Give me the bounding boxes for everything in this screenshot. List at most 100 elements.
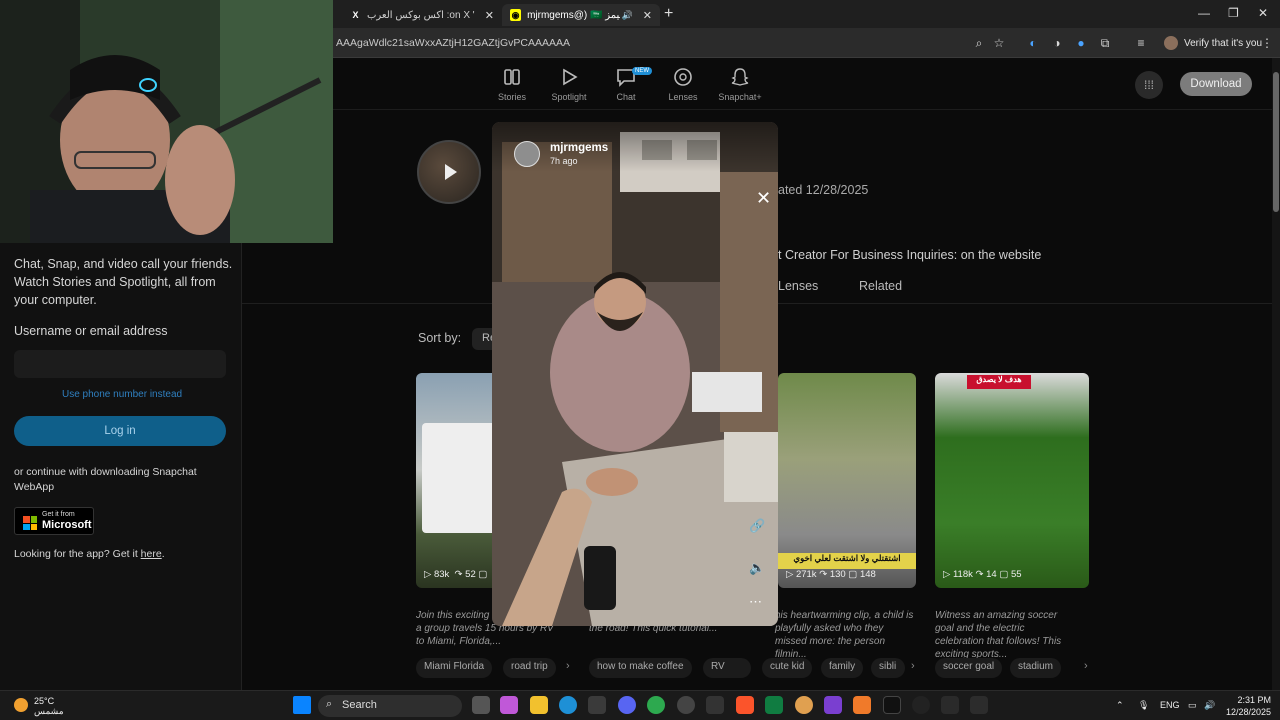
x-logo-icon: X [352,10,359,20]
link-icon[interactable]: 🔗 [749,518,765,534]
chevron-up-icon[interactable]: ⌃ [1116,700,1124,711]
clock[interactable]: 2:31 PM 12/28/2025 [1226,694,1271,718]
username-label: Username or email address [14,324,168,338]
task-view-icon[interactable] [472,696,490,714]
spotlight-card[interactable]: اشتقتلي ولا اشتقت لعلي اخوي ▷ 271k ↷ 130… [778,373,916,588]
tag[interactable]: cute kid [762,658,813,678]
app-icon[interactable] [970,696,988,714]
language-indicator[interactable]: ENG [1160,700,1180,710]
sun-icon [14,698,28,712]
card-stats: ▷ 118k ↷ 14 ▢ 55 [943,569,1022,580]
tab-lenses[interactable]: Lenses [778,279,818,293]
search-icon: ⌕ [326,698,333,710]
discord-icon[interactable] [618,696,636,714]
login-button[interactable]: Log in [14,416,226,446]
ms-big-text: Microsoft [42,519,92,531]
video-caption: هدف لا يصدق [967,375,1031,389]
microsoft-store-badge[interactable]: Get it from Microsoft [14,507,94,535]
username-input[interactable] [14,350,226,378]
app-icon[interactable] [941,696,959,714]
tag[interactable]: RV [703,658,751,678]
rv-image [422,423,502,533]
profile-avatar[interactable] [417,140,481,204]
tagline: Chat, Snap, and video call your friends.… [14,257,233,307]
story-username[interactable]: mjrmgems [550,142,608,154]
volume-icon[interactable]: 🔈 [749,560,765,576]
brave-icon[interactable] [736,696,754,714]
microsoft-logo-icon [23,516,37,530]
apps-grid-button[interactable]: ⁞⁞⁞ [1135,71,1163,99]
tag[interactable]: family [821,658,864,678]
webcam-overlay [0,0,333,243]
chevron-right-icon[interactable]: › [1084,660,1088,672]
close-icon[interactable]: ✕ [643,9,652,22]
profile-button[interactable]: Verify that it's you [1158,33,1268,53]
spotlight-card[interactable]: هدف لا يصدق ▷ 118k ↷ 14 ▢ 55 [935,373,1089,588]
more-icon[interactable]: ⋯ [749,594,762,610]
volume-icon[interactable]: 🔊 [1204,700,1215,711]
start-icon[interactable] [293,696,311,714]
window-close-icon[interactable]: ✕ [1258,6,1268,20]
menu-icon[interactable]: ⋮ [1258,34,1276,52]
puzzle-icon[interactable]: ⧉ [1096,34,1114,52]
obs-icon[interactable] [912,696,930,714]
edge-icon[interactable] [559,696,577,714]
new-tab-icon[interactable]: + [664,5,673,23]
tiktok-icon[interactable] [883,696,901,714]
time: 2:31 PM [1237,695,1272,705]
app-link[interactable]: here [141,548,162,560]
copilot-icon[interactable] [500,696,518,714]
zoom-icon[interactable]: ⌕ [970,34,988,52]
app-icon[interactable] [824,696,842,714]
nav-snapchat-plus[interactable]: Snapchat+ [710,66,770,102]
extension-icon[interactable]: ◐ [1024,34,1042,52]
close-icon[interactable]: ✕ [485,9,494,22]
tab-related[interactable]: Related [859,279,902,293]
tab-snapchat[interactable]: ◉ mjrmgems@) 🇸🇦 مجرم قيمز 🔊 ✕ [502,4,660,26]
media-icon[interactable]: ≡ [1132,34,1150,52]
nav-label: Chat [616,92,636,102]
phone-link[interactable]: Use phone number instead [62,389,182,400]
extension-icon[interactable]: ◑ [1048,34,1066,52]
tab-x[interactable]: X اكس بوكس العرب :on X "بعد ش... ✕ [342,4,502,26]
download-button[interactable]: Download [1180,72,1252,96]
app-text-label: Looking for the app? Get it [14,548,138,560]
lenses-icon [674,68,692,86]
bookmark-star-icon[interactable]: ☆ [990,34,1008,52]
nav-stories[interactable]: Stories [482,66,542,102]
nav-chat[interactable]: NEW Chat [596,66,656,102]
tag[interactable]: stadium [1010,658,1062,678]
close-icon[interactable]: ✕ [756,188,771,209]
chevron-right-icon[interactable]: › [566,660,570,672]
nav-label: Lenses [668,92,698,102]
audio-icon[interactable]: 🔊 [622,10,633,21]
chrome-icon[interactable] [647,696,665,714]
search-box[interactable]: ⌕ Search [318,695,462,717]
app-icon[interactable] [853,696,871,714]
network-icon[interactable]: ▭ [1188,700,1197,711]
restore-icon[interactable]: ❐ [1228,6,1239,20]
url-text[interactable]: AAAgaWdlc21saWxxAZtjH12GAZtjGvPCAAAAAA [336,37,570,49]
tag[interactable]: Miami Florida [416,658,493,678]
scrollbar-thumb[interactable] [1273,72,1279,212]
excel-icon[interactable] [765,696,783,714]
app-icon[interactable] [677,696,695,714]
tag[interactable]: sibli [871,658,905,678]
app-icon[interactable] [795,696,813,714]
tag[interactable]: how to make coffee [589,658,692,678]
nav-lenses[interactable]: Lenses [653,66,713,102]
chevron-right-icon[interactable]: › [911,660,915,672]
minimize-icon[interactable]: — [1198,6,1210,20]
avatar[interactable] [514,141,540,167]
file-explorer-icon[interactable] [530,696,548,714]
weather-widget[interactable]: 25°C مشمس [14,696,64,716]
tag[interactable]: road trip [503,658,556,678]
tag[interactable]: soccer goal [935,658,1003,678]
extension-icon[interactable]: ● [1072,34,1090,52]
app-icon[interactable] [706,696,724,714]
story-viewer[interactable]: mjrmgems 7h ago [492,122,778,626]
mic-icon[interactable]: 🎙 [1138,700,1149,711]
store-icon[interactable] [588,696,606,714]
temperature: 25°C [34,696,55,706]
nav-spotlight[interactable]: Spotlight [539,66,599,102]
